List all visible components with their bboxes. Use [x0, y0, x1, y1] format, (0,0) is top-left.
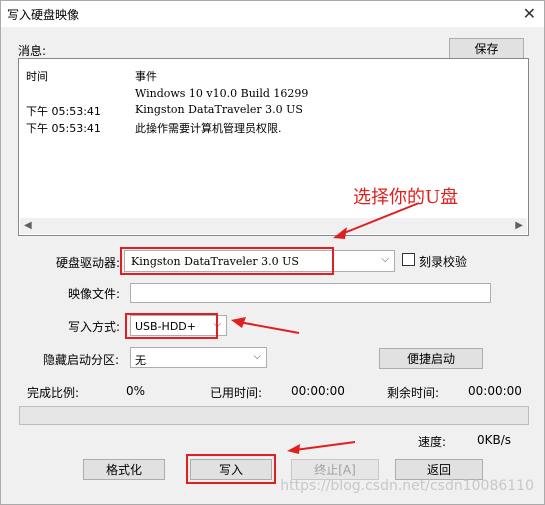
- speed-value: 0KB/s: [477, 433, 512, 447]
- scroll-right-icon[interactable]: ▶: [515, 220, 523, 231]
- image-file-input[interactable]: [130, 283, 491, 303]
- annotation-arrow-icon: [333, 202, 420, 239]
- chevron-down-icon: ⌵: [253, 351, 261, 362]
- elapsed-value: 00:00:00: [291, 384, 345, 398]
- format-button[interactable]: 格式化: [83, 459, 165, 480]
- log-event: Kingston DataTraveler 3.0 US: [135, 103, 303, 116]
- quick-boot-button[interactable]: 便捷启动: [379, 348, 483, 369]
- annotation-highlight-write: [186, 454, 276, 484]
- verify-label: 刻录校验: [419, 255, 468, 269]
- percent-value: 0%: [126, 384, 146, 398]
- log-time: 下午 05:53:41: [26, 105, 101, 118]
- save-button[interactable]: 保存: [449, 38, 524, 59]
- drive-label: 硬盘驱动器:: [56, 256, 121, 270]
- hidden-partition-value: 无: [135, 354, 146, 367]
- stop-button: 终止[A]: [291, 459, 379, 480]
- annotation-highlight-drive: [120, 247, 334, 275]
- message-log: 时间 事件 Windows 10 v10.0 Build 16299 下午 05…: [18, 58, 529, 236]
- column-header-time: 时间: [26, 70, 48, 83]
- log-event: 此操作需要计算机管理员权限.: [135, 122, 282, 135]
- log-time: 下午 05:53:41: [26, 122, 101, 135]
- messages-label: 消息:: [18, 44, 47, 58]
- annotation-highlight-write-mode: [125, 313, 218, 339]
- window-title: 写入硬盘映像: [7, 8, 80, 22]
- watermark: https://blog.csdn.net/csdn10086110: [280, 478, 534, 494]
- write-disk-image-dialog: 写入硬盘映像 ✕ 消息: 保存 时间 事件 Windows 10 v10.0 B…: [0, 0, 545, 505]
- elapsed-label: 已用时间:: [210, 386, 263, 400]
- column-header-event: 事件: [135, 70, 157, 83]
- horizontal-scrollbar[interactable]: ◀ ▶: [20, 218, 527, 234]
- remaining-label: 剩余时间:: [387, 386, 440, 400]
- hidden-partition-select[interactable]: 无 ⌵: [130, 347, 267, 368]
- log-event: Windows 10 v10.0 Build 16299: [135, 87, 309, 100]
- progress-bar: [19, 406, 529, 425]
- hidden-partition-label: 隐藏启动分区:: [43, 353, 120, 367]
- annotation-arrow-icon: [231, 317, 300, 334]
- annotation-arrow-icon: [287, 441, 356, 454]
- speed-label: 速度:: [418, 435, 447, 449]
- remaining-value: 00:00:00: [468, 384, 522, 398]
- image-file-label: 映像文件:: [68, 287, 121, 301]
- title-bar: 写入硬盘映像 ✕: [1, 1, 544, 27]
- chevron-down-icon: ⌵: [381, 254, 389, 265]
- close-icon[interactable]: ✕: [523, 4, 536, 23]
- verify-checkbox[interactable]: [402, 253, 415, 266]
- scroll-left-icon[interactable]: ◀: [24, 220, 32, 231]
- back-button[interactable]: 返回: [395, 459, 483, 480]
- write-mode-label: 写入方式:: [68, 320, 121, 334]
- percent-label: 完成比例:: [27, 386, 80, 400]
